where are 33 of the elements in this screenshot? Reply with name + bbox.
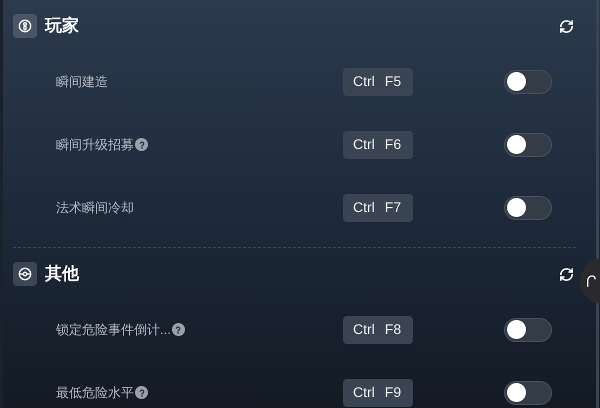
help-icon[interactable] (135, 386, 148, 399)
key-label: F9 (384, 383, 402, 402)
option-label: 法术瞬间冷却 (56, 198, 134, 217)
hotkey-chip[interactable]: Ctrl F9 (343, 378, 413, 406)
key-label: F5 (384, 72, 402, 91)
toggle-switch[interactable] (504, 380, 552, 404)
section-title: 其他 (45, 263, 79, 286)
section-title: 玩家 (45, 15, 79, 38)
person-icon (13, 14, 37, 38)
key-label: F8 (384, 320, 402, 339)
hotkey-chip[interactable]: Ctrl F7 (343, 194, 413, 222)
option-label: 锁定危险事件倒计... (56, 320, 171, 339)
key-label: Ctrl (353, 320, 375, 339)
toggle-switch[interactable] (504, 132, 552, 156)
key-label: Ctrl (353, 135, 375, 154)
hotkey-chip[interactable]: Ctrl F6 (343, 130, 413, 158)
key-label: Ctrl (353, 198, 375, 217)
option-label: 瞬间升级招募 (56, 136, 134, 154)
toggle-switch[interactable] (504, 318, 552, 342)
toggle-switch[interactable] (504, 196, 552, 220)
toggle-switch[interactable] (504, 70, 552, 94)
hotkey-chip[interactable]: Ctrl F5 (343, 68, 413, 96)
option-label: 最低危险水平 (56, 384, 134, 402)
key-label: Ctrl (353, 72, 375, 91)
option-label: 瞬间建造 (56, 72, 108, 91)
refresh-icon[interactable] (559, 266, 574, 282)
help-icon[interactable] (135, 138, 148, 151)
key-label: F7 (384, 198, 402, 217)
key-label: F6 (384, 135, 402, 154)
hotkey-chip[interactable]: Ctrl F8 (343, 316, 413, 344)
help-icon[interactable] (172, 323, 185, 336)
key-label: Ctrl (353, 383, 375, 402)
refresh-icon[interactable] (559, 18, 574, 34)
